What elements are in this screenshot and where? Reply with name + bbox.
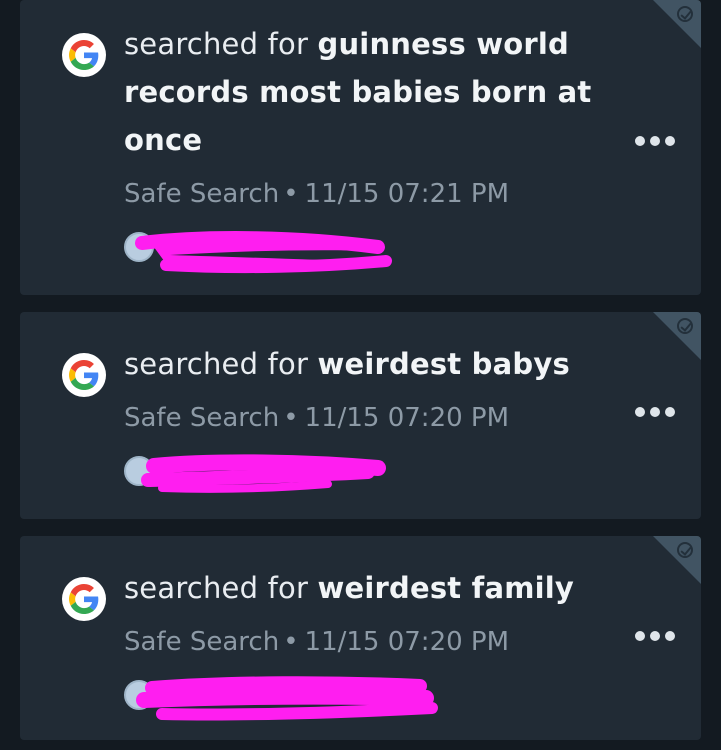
more-dot xyxy=(650,136,660,146)
more-options-button[interactable] xyxy=(635,402,675,422)
headline-prefix: searched for xyxy=(124,571,318,605)
source-label: Safe Search xyxy=(124,627,280,657)
search-query[interactable]: weirdest family xyxy=(318,571,575,605)
check-circle-icon xyxy=(677,542,693,558)
more-horizontal-icon xyxy=(635,136,645,146)
check-circle-icon xyxy=(677,6,693,22)
activity-headline: searched for weirdest babys xyxy=(124,340,594,388)
more-options-button[interactable] xyxy=(635,131,675,151)
search-query[interactable]: weirdest babys xyxy=(318,347,570,381)
redaction-scribble xyxy=(136,676,438,721)
activity-card[interactable]: searched for weirdest family Safe Search… xyxy=(20,536,701,740)
meta-separator: • xyxy=(283,179,299,209)
activity-meta: Safe Search • 11/15 07:20 PM xyxy=(124,402,509,434)
more-horizontal-icon xyxy=(635,407,645,417)
activity-feed: searched for guinness world records most… xyxy=(0,0,721,750)
activity-card[interactable]: searched for guinness world records most… xyxy=(20,0,701,295)
timestamp: 11/15 07:20 PM xyxy=(304,627,510,657)
source-label: Safe Search xyxy=(124,403,280,433)
google-g-icon xyxy=(62,353,106,397)
more-dot xyxy=(665,136,675,146)
meta-separator: • xyxy=(283,403,299,433)
redaction-scribble xyxy=(135,231,392,274)
activity-meta: Safe Search • 11/15 07:21 PM xyxy=(124,178,509,210)
headline-prefix: searched for xyxy=(124,347,318,381)
meta-separator: • xyxy=(283,627,299,657)
activity-headline: searched for guinness world records most… xyxy=(124,20,594,164)
more-dot xyxy=(650,407,660,417)
more-dot xyxy=(665,407,675,417)
reviewed-corner xyxy=(653,312,701,360)
google-g-icon xyxy=(62,577,106,621)
google-g-icon xyxy=(62,33,106,77)
more-dot xyxy=(665,631,675,641)
source-label: Safe Search xyxy=(124,179,280,209)
reviewed-corner xyxy=(653,536,701,584)
activity-headline: searched for weirdest family xyxy=(124,564,594,612)
more-options-button[interactable] xyxy=(635,626,675,646)
redaction-scribble xyxy=(141,454,386,493)
activity-card[interactable]: searched for weirdest babys Safe Search •… xyxy=(20,312,701,519)
timestamp: 11/15 07:20 PM xyxy=(304,403,510,433)
more-horizontal-icon xyxy=(635,631,645,641)
timestamp: 11/15 07:21 PM xyxy=(304,179,510,209)
check-circle-icon xyxy=(677,318,693,334)
more-dot xyxy=(650,631,660,641)
reviewed-corner xyxy=(653,0,701,48)
headline-prefix: searched for xyxy=(124,27,318,61)
activity-meta: Safe Search • 11/15 07:20 PM xyxy=(124,626,509,658)
